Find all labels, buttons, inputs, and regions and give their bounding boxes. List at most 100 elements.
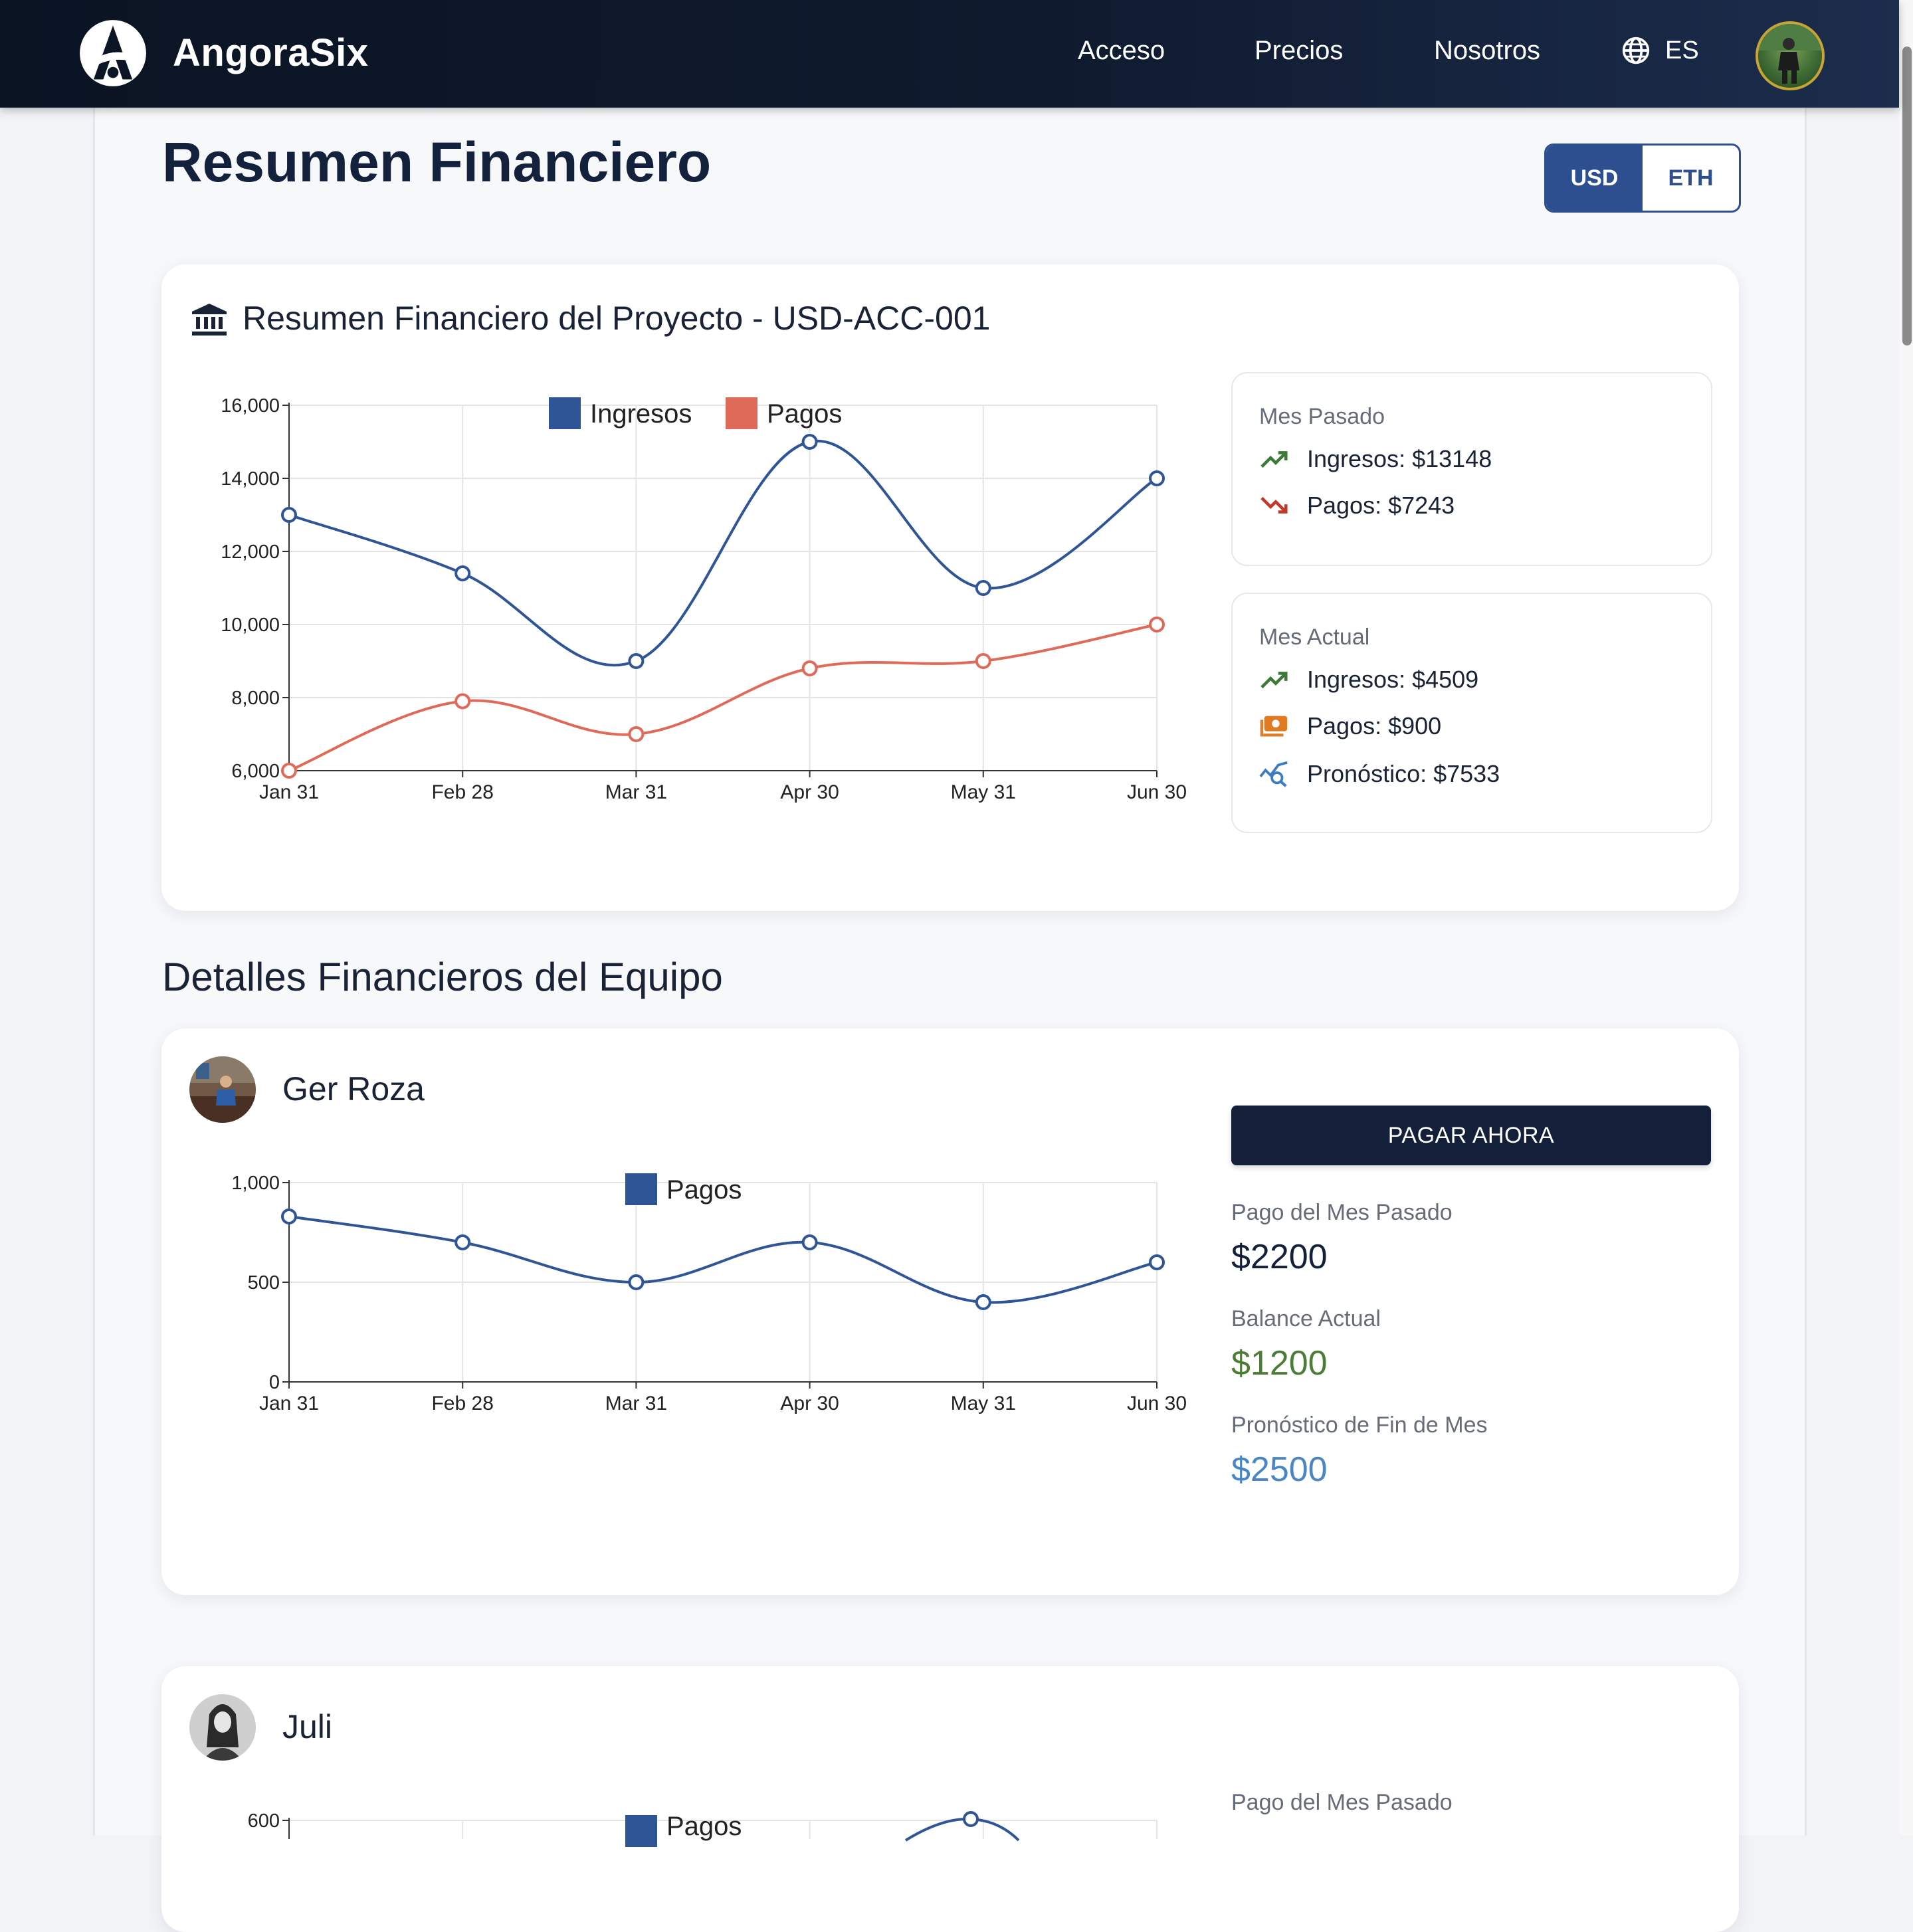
pay-now-button[interactable]: PAGAR AHORA <box>1231 1106 1711 1165</box>
trending-up-icon <box>1260 451 1288 468</box>
top-navbar: AngoraSix Acceso Precios Nosotros ES <box>0 0 1899 108</box>
current-month-forecast-row: Pronóstico: $7533 <box>1259 760 1500 788</box>
x-tick-label: May 31 <box>951 781 1016 803</box>
last-month-payments: Pagos: $7243 <box>1307 492 1455 519</box>
current-month-income: Ingresos: $4509 <box>1307 666 1479 693</box>
x-tick-label: Feb 28 <box>431 781 493 803</box>
y-tick-label: 16,000 <box>221 395 280 417</box>
last-payment-label: Pago del Mes Pasado <box>1231 1790 1453 1815</box>
data-point-ingresos <box>1149 470 1165 486</box>
current-month-forecast: Pronóstico: $7533 <box>1307 760 1500 787</box>
trending-down-icon <box>1260 496 1288 514</box>
data-point-pagos <box>454 1234 471 1250</box>
legend-swatch-ingresos <box>549 397 581 429</box>
user-photo-icon <box>1758 24 1822 84</box>
project-summary-card: Resumen Financiero del Proyecto - USD-AC… <box>161 264 1739 911</box>
data-point-pagos <box>281 763 297 779</box>
balance-value: $1200 <box>1231 1344 1328 1383</box>
query-stats-icon <box>1259 761 1288 787</box>
currency-eth-option[interactable]: ETH <box>1643 145 1739 211</box>
legend-swatch-pagos <box>625 1173 657 1205</box>
project-income-payments-chart: 6,000 8,000 10,000 12,000 14,000 16,000 Jan 31… <box>221 395 1187 803</box>
data-point-ingresos <box>801 434 818 450</box>
nav-link-nosotros[interactable]: Nosotros <box>1434 36 1540 66</box>
data-point-ingresos <box>975 580 991 596</box>
user-avatar[interactable] <box>1756 21 1825 90</box>
currency-toggle[interactable]: USD ETH <box>1544 144 1741 213</box>
page-scrollbar-thumb[interactable] <box>1902 47 1912 345</box>
language-code: ES <box>1665 36 1699 64</box>
angorasix-logo-icon[interactable] <box>78 19 148 88</box>
trending-up-icon <box>1260 672 1288 689</box>
x-tick-label: Mar 31 <box>605 1393 667 1414</box>
team-member-card: Juli 600 Pagos Pago del Mes Pasado <box>161 1666 1739 1932</box>
x-tick-label: Apr 30 <box>780 1393 839 1414</box>
legend-label-pagos: Pagos <box>666 1175 742 1205</box>
team-section-title: Detalles Financieros del Equipo <box>162 955 723 999</box>
y-tick-label: 6,000 <box>231 761 280 782</box>
y-tick-label: 1,000 <box>231 1173 280 1194</box>
data-point-ingresos <box>281 507 297 523</box>
payments-icon <box>1260 716 1288 737</box>
legend-label-pagos: Pagos <box>767 399 842 429</box>
current-month-heading: Mes Actual <box>1259 625 1370 650</box>
last-payment-label: Pago del Mes Pasado <box>1231 1200 1453 1225</box>
x-tick-label: Jan 31 <box>259 1393 319 1414</box>
data-point-pagos <box>963 1811 979 1827</box>
data-point-pagos <box>1149 617 1165 632</box>
last-month-stats: Mes Pasado Ingresos: $13148 Pagos: $7243 <box>1231 372 1712 566</box>
data-point-pagos <box>281 1208 297 1224</box>
last-month-payments-row: Pagos: $7243 <box>1259 492 1455 520</box>
member-payments-chart: 600 Pagos <box>248 1810 1158 1847</box>
nav-link-acceso[interactable]: Acceso <box>1078 36 1165 66</box>
data-point-pagos <box>975 653 991 669</box>
x-tick-label: May 31 <box>951 1393 1016 1414</box>
data-point-pagos <box>628 1274 645 1290</box>
y-tick-label: 14,000 <box>221 468 280 490</box>
x-tick-label: Mar 31 <box>605 781 667 803</box>
x-tick-label: Jun 30 <box>1127 1393 1187 1414</box>
series-line-pagos <box>904 1817 1020 1842</box>
y-tick-label: 8,000 <box>231 688 280 709</box>
current-month-payments-row: Pagos: $900 <box>1259 712 1441 740</box>
y-tick-label: 10,000 <box>221 615 280 636</box>
current-month-income-row: Ingresos: $4509 <box>1259 666 1478 694</box>
x-tick-label: Jun 30 <box>1127 781 1187 803</box>
series-line-ingresos <box>288 439 1158 667</box>
balance-label: Balance Actual <box>1231 1306 1381 1331</box>
data-point-pagos <box>801 1234 818 1250</box>
forecast-value: $2500 <box>1231 1450 1328 1489</box>
x-tick-label: Jan 31 <box>259 781 319 803</box>
data-point-pagos <box>801 660 818 676</box>
legend-swatch-pagos <box>625 1815 657 1847</box>
x-tick-label: Apr 30 <box>780 781 839 803</box>
y-tick-label: 500 <box>248 1272 280 1294</box>
last-month-heading: Mes Pasado <box>1259 404 1385 429</box>
current-month-payments: Pagos: $900 <box>1307 712 1442 739</box>
last-payment-value: $2200 <box>1231 1238 1328 1276</box>
language-selector[interactable]: ES <box>1621 36 1699 65</box>
member-payments-chart: 0 500 1,000 Jan 31 Feb 28 Mar 31 Apr 30 May 31 J… <box>231 1173 1187 1414</box>
currency-usd-option[interactable]: USD <box>1546 145 1643 211</box>
data-point-pagos <box>454 693 471 710</box>
data-point-ingresos <box>454 565 471 581</box>
data-point-pagos <box>975 1294 991 1310</box>
legend-label-pagos: Pagos <box>666 1812 742 1841</box>
shell-border-right <box>1805 108 1807 1836</box>
last-month-income: Ingresos: $13148 <box>1307 445 1492 472</box>
page-title: Resumen Financiero <box>162 131 712 193</box>
globe-icon <box>1622 37 1650 64</box>
y-tick-label: 12,000 <box>221 541 280 563</box>
legend-label-ingresos: Ingresos <box>590 399 692 429</box>
y-tick-label: 0 <box>269 1372 280 1393</box>
x-tick-label: Feb 28 <box>431 1393 493 1414</box>
data-point-ingresos <box>628 653 645 669</box>
brand-name[interactable]: AngoraSix <box>173 31 369 75</box>
data-point-pagos <box>628 726 645 742</box>
series-line-pagos <box>288 1215 1158 1304</box>
current-month-stats: Mes Actual Ingresos: $4509 Pagos: $900 P… <box>1231 593 1712 833</box>
nav-link-precios[interactable]: Precios <box>1255 36 1343 66</box>
data-point-pagos <box>1149 1254 1165 1270</box>
team-member-card: Ger Roza 0 500 1,000 Jan 31 Feb 28 Mar 31 Apr … <box>161 1028 1739 1595</box>
last-month-income-row: Ingresos: $13148 <box>1259 445 1492 473</box>
